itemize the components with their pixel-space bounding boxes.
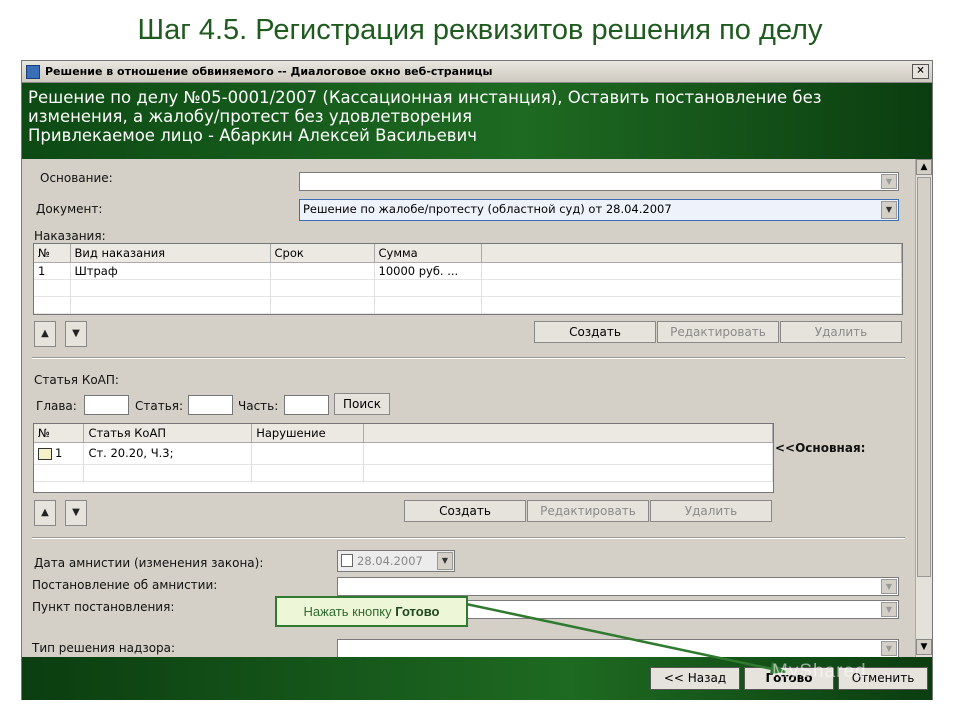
arrow-down-icon: ▼ [72, 507, 80, 518]
edit-punishment-button[interactable]: Редактировать [657, 321, 779, 343]
chevron-down-icon: ▼ [881, 579, 897, 594]
nakazaniya-label: Наказания: [34, 229, 106, 243]
create-punishment-button[interactable]: Создать [534, 321, 656, 343]
amnesty-decree-label: Постановление об амнистии: [32, 578, 218, 592]
col-term: Срок [270, 244, 375, 263]
arrow-up-icon: ▲ [41, 507, 49, 518]
koap-grid: № Статья КоАП Нарушение 1 Ст. 20.20, Ч.3… [33, 423, 774, 493]
chast-label: Часть: [238, 399, 279, 413]
window-titlebar: Решение в отношение обвиняемого -- Диало… [22, 61, 932, 83]
chevron-down-icon: ▼ [881, 174, 897, 189]
window-title: Решение в отношение обвиняемого -- Диало… [45, 65, 493, 78]
scroll-up-icon[interactable]: ▲ [916, 159, 932, 175]
arrow-down-icon: ▼ [72, 328, 80, 339]
chevron-down-icon: ▼ [881, 641, 897, 656]
koap-label: Статья КоАП: [34, 373, 119, 387]
scroll-down-icon[interactable]: ▼ [916, 639, 932, 655]
arrow-up-icon: ▲ [41, 328, 49, 339]
glava-label: Глава: [36, 399, 77, 413]
callout-prefix: Нажать кнопку [303, 604, 396, 619]
osnovnaya-label: <<Основная: [775, 441, 866, 455]
amnesty-date-label: Дата амнистии (изменения закона): [34, 556, 264, 570]
col-sum: Сумма [374, 244, 482, 263]
vertical-scrollbar[interactable]: ▲ ▼ [915, 159, 932, 657]
create-koap-button[interactable]: Создать [404, 500, 526, 522]
delete-koap-button[interactable]: Удалить [650, 500, 772, 522]
col-violation: Нарушение [251, 424, 365, 443]
form-content: Основание: ▼ Документ: Решение по жалобе… [22, 159, 915, 657]
close-icon[interactable]: × [912, 64, 929, 79]
osnovanie-label: Основание: [40, 171, 113, 185]
chevron-down-icon: ▼ [881, 201, 897, 219]
move-up-button[interactable]: ▲ [34, 500, 56, 526]
pencil-icon [38, 447, 52, 460]
divider [32, 537, 905, 539]
window-icon [26, 64, 40, 79]
move-up-button[interactable]: ▲ [34, 321, 56, 347]
decision-type-select[interactable]: ▼ [337, 639, 899, 657]
move-down-button[interactable]: ▼ [65, 321, 87, 347]
edit-koap-button[interactable]: Редактировать [527, 500, 649, 522]
table-row[interactable]: 1 Ст. 20.20, Ч.3; [34, 442, 773, 465]
decision-type-label: Тип решения надзора: [32, 641, 176, 655]
document-select[interactable]: Решение по жалобе/протесту (областной су… [299, 199, 899, 221]
statya-label: Статья: [135, 399, 184, 413]
col-punishment-type: Вид наказания [70, 244, 271, 263]
chevron-down-icon: ▼ [881, 602, 897, 617]
divider [32, 357, 905, 359]
header-line-2: изменения, а жалобу/протест без удовлетв… [28, 107, 473, 126]
slide-title: Шаг 4.5. Регистрация реквизитов решения … [137, 14, 823, 46]
header-line-1: Решение по делу №05-0001/2007 (Кассацион… [28, 88, 822, 107]
col-num: № [34, 244, 71, 263]
delete-punishment-button[interactable]: Удалить [780, 321, 902, 343]
document-label: Документ: [36, 202, 103, 216]
checkbox[interactable] [341, 554, 353, 567]
punishments-grid: № Вид наказания Срок Сумма 1 Штраф 10000… [33, 243, 903, 315]
move-down-button[interactable]: ▼ [65, 500, 87, 526]
amnesty-date-value: 28.04.2007 [357, 554, 423, 568]
amnesty-decree-select[interactable]: ▼ [337, 577, 899, 596]
osnovanie-select[interactable]: ▼ [299, 172, 899, 191]
case-header: Решение по делу №05-0001/2007 (Кассацион… [22, 83, 932, 159]
statya-input[interactable] [188, 395, 233, 415]
search-button[interactable]: Поиск [334, 393, 390, 415]
instruction-callout: Нажать кнопку Готово [275, 596, 468, 627]
back-button[interactable]: << Назад [650, 667, 740, 690]
header-line-3: Привлекаемое лицо - Абаркин Алексей Васи… [28, 126, 477, 145]
decree-point-label: Пункт постановления: [32, 600, 175, 614]
table-row[interactable]: 1 Штраф 10000 руб. ... [34, 262, 902, 280]
col-koap-article: Статья КоАП [83, 424, 253, 443]
col-num: № [34, 424, 85, 443]
chast-input[interactable] [284, 395, 329, 415]
chevron-down-icon: ▼ [437, 552, 453, 570]
dialog-window: Решение в отношение обвиняемого -- Диало… [21, 60, 933, 700]
callout-bold: Готово [395, 604, 440, 619]
watermark: MyShared [772, 661, 867, 682]
document-value: Решение по жалобе/протесту (областной су… [303, 202, 672, 216]
glava-input[interactable] [84, 395, 129, 415]
amnesty-date-picker[interactable]: 28.04.2007 ▼ [337, 550, 455, 572]
scroll-thumb[interactable] [917, 177, 931, 577]
